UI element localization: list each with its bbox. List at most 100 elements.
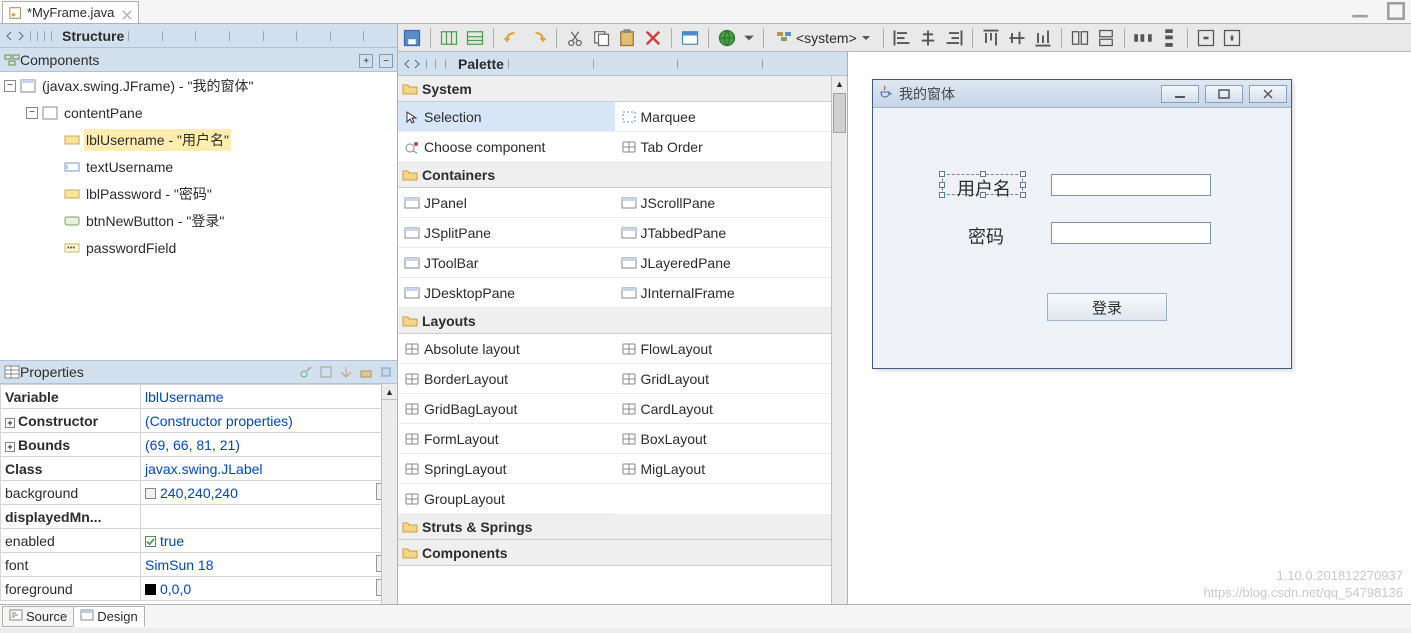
test-icon[interactable]	[680, 28, 700, 48]
tree-row-lblusername[interactable]: lblUsername - "用户名"	[0, 126, 397, 153]
delete-icon[interactable]	[643, 28, 663, 48]
scroll-up-icon[interactable]: ▲	[382, 384, 397, 400]
close-icon[interactable]	[122, 8, 132, 18]
tree-row-jframe[interactable]: − (javax.swing.JFrame) - "我的窗体"	[0, 72, 397, 99]
palette-item[interactable]: JSplitPane	[398, 218, 615, 248]
palette-item[interactable]: Tab Order	[615, 132, 832, 162]
align-left-icon[interactable]	[892, 28, 912, 48]
preview-password-field[interactable]	[1051, 222, 1211, 244]
look-and-feel-combo[interactable]: <system>	[772, 28, 875, 47]
palette-item[interactable]: FormLayout	[398, 424, 615, 454]
palette-item[interactable]: BoxLayout	[615, 424, 832, 454]
preview-maximize-icon[interactable]	[1205, 85, 1243, 103]
align-bottom-icon[interactable]	[1033, 28, 1053, 48]
align-center-v-icon[interactable]	[1007, 28, 1027, 48]
align-center-h-icon[interactable]	[918, 28, 938, 48]
preview-close-icon[interactable]	[1249, 85, 1287, 103]
checkbox-icon[interactable]	[145, 536, 156, 547]
copy-icon[interactable]	[591, 28, 611, 48]
palette-item[interactable]: JInternalFrame	[615, 278, 832, 308]
space-h-icon[interactable]	[1133, 28, 1153, 48]
palette-item[interactable]: JLayeredPane	[615, 248, 832, 278]
palette-item[interactable]: Choose component	[398, 132, 615, 162]
undo-icon[interactable]	[502, 28, 522, 48]
tree-toggle[interactable]: −	[4, 80, 16, 92]
palette-item[interactable]: Marquee	[615, 102, 832, 132]
palette-section-header[interactable]: Struts & Springs	[398, 514, 847, 540]
tb-btn-3[interactable]	[465, 28, 485, 48]
palette-item[interactable]: GroupLayout	[398, 484, 615, 514]
property-row[interactable]: foreground0,0,0...	[1, 577, 397, 601]
property-row[interactable]: background240,240,240...	[1, 481, 397, 505]
selection-box[interactable]: 用户名	[942, 174, 1023, 195]
palette-item[interactable]: CardLayout	[615, 394, 832, 424]
align-top-icon[interactable]	[981, 28, 1001, 48]
tb-btn-2[interactable]	[439, 28, 459, 48]
file-tab[interactable]: *MyFrame.java	[2, 1, 139, 23]
palette-item[interactable]: SpringLayout	[398, 454, 615, 484]
props-tool-3[interactable]	[339, 365, 353, 379]
center-v-icon[interactable]	[1222, 28, 1242, 48]
palette-item[interactable]: Selection	[398, 102, 615, 132]
design-canvas[interactable]: 我的窗体	[848, 52, 1411, 604]
property-row[interactable]: Classjavax.swing.JLabel	[1, 457, 397, 481]
same-width-icon[interactable]	[1070, 28, 1090, 48]
palette-item[interactable]: Absolute layout	[398, 334, 615, 364]
property-row[interactable]: +Constructor(Constructor properties)	[1, 409, 397, 433]
expand-icon[interactable]: +	[5, 418, 15, 428]
tree-row-passwordfield[interactable]: *** passwordField	[0, 234, 397, 261]
props-tool-5[interactable]	[379, 365, 393, 379]
palette-section-header[interactable]: System	[398, 76, 847, 102]
property-row[interactable]: +Bounds(69, 66, 81, 21)	[1, 433, 397, 457]
palette-section-header[interactable]: Layouts	[398, 308, 847, 334]
property-row[interactable]: fontSimSun 18...	[1, 553, 397, 577]
center-h-icon[interactable]	[1196, 28, 1216, 48]
palette-section-header[interactable]: Components	[398, 540, 847, 566]
expand-all-icon[interactable]: +	[359, 54, 373, 68]
minimize-icon[interactable]	[1351, 4, 1369, 18]
space-v-icon[interactable]	[1159, 28, 1179, 48]
preview-minimize-icon[interactable]	[1161, 85, 1199, 103]
scroll-up-icon[interactable]: ▲	[832, 76, 847, 92]
palette-item[interactable]: BorderLayout	[398, 364, 615, 394]
expand-icon[interactable]: +	[5, 442, 15, 452]
tree-toggle[interactable]: −	[26, 107, 38, 119]
cut-icon[interactable]	[565, 28, 585, 48]
dropdown-icon[interactable]	[743, 28, 755, 48]
palette-item[interactable]: GridLayout	[615, 364, 832, 394]
tab-source[interactable]: Source	[2, 606, 74, 627]
properties-scrollbar[interactable]: ▲	[381, 384, 397, 604]
property-row[interactable]: enabledtrue	[1, 529, 397, 553]
paste-icon[interactable]	[617, 28, 637, 48]
palette-item[interactable]: MigLayout	[615, 454, 832, 484]
props-tool-2[interactable]	[319, 365, 333, 379]
props-tool-4[interactable]	[359, 365, 373, 379]
palette-item[interactable]: JTabbedPane	[615, 218, 832, 248]
palette-scrollbar[interactable]: ▲	[831, 76, 847, 604]
redo-icon[interactable]	[528, 28, 548, 48]
palette-section-header[interactable]: Containers	[398, 162, 847, 188]
align-right-icon[interactable]	[944, 28, 964, 48]
globe-icon[interactable]	[717, 28, 737, 48]
collapse-all-icon[interactable]: −	[379, 54, 393, 68]
maximize-icon[interactable]	[1387, 4, 1405, 18]
tree-row-lblpassword[interactable]: lblPassword - "密码"	[0, 180, 397, 207]
preview-login-button[interactable]: 登录	[1047, 293, 1167, 321]
palette-item[interactable]: JDesktopPane	[398, 278, 615, 308]
scroll-thumb[interactable]	[833, 93, 846, 133]
props-tool-1[interactable]	[299, 365, 313, 379]
tree-row-btnnewbutton[interactable]: btnNewButton - "登录"	[0, 207, 397, 234]
tree-row-textusername[interactable]: textUsername	[0, 153, 397, 180]
same-height-icon[interactable]	[1096, 28, 1116, 48]
preview-text-username[interactable]	[1051, 174, 1211, 196]
palette-item[interactable]: JToolBar	[398, 248, 615, 278]
preview-content-pane[interactable]: 用户名 密码 登录	[873, 108, 1291, 368]
palette-item[interactable]: GridBagLayout	[398, 394, 615, 424]
tab-design[interactable]: Design	[73, 606, 144, 627]
palette-item[interactable]: JScrollPane	[615, 188, 832, 218]
tree-row-contentpane[interactable]: − contentPane	[0, 99, 397, 126]
save-icon[interactable]	[402, 28, 422, 48]
property-row[interactable]: displayedMn...	[1, 505, 397, 529]
palette-item[interactable]: JPanel	[398, 188, 615, 218]
palette-item[interactable]: FlowLayout	[615, 334, 832, 364]
